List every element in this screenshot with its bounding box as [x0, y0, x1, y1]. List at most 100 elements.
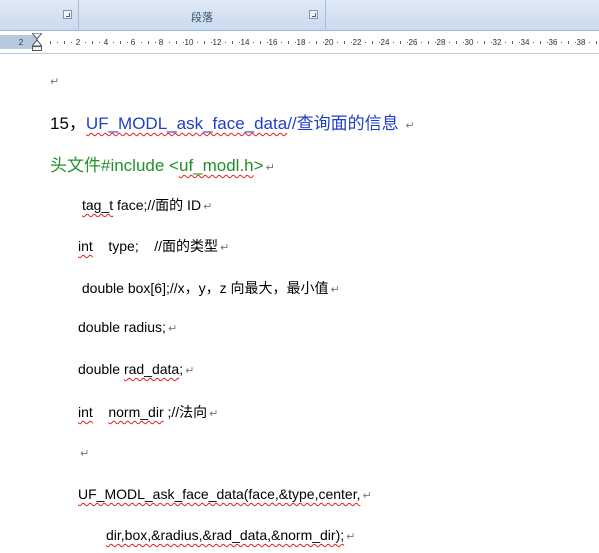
ruler-tick	[449, 42, 450, 43]
ruler-tick	[169, 42, 170, 43]
ribbon-group-styles	[326, 0, 599, 29]
ruler-tick	[204, 41, 205, 44]
heading-comment: //查询面的信息	[287, 114, 399, 133]
horizontal-ruler[interactable]: 2 2 4 6 8 10 12 14 16 18 20 22 24 26 28 30 32 34 36 38	[0, 31, 599, 54]
ruler-tick	[519, 42, 520, 43]
heading-number: 15，	[50, 114, 86, 133]
ruler-tick	[568, 41, 569, 44]
ruler-tick	[141, 42, 142, 43]
include-file: uf_modl.h	[178, 156, 254, 175]
ruler-number: 36	[548, 38, 558, 47]
ruler-tick	[225, 42, 226, 43]
ruler-tick	[64, 41, 65, 44]
ruler-tick	[491, 42, 492, 43]
ruler-number: 38	[576, 38, 586, 47]
include-prefix: 头文件#include <	[50, 156, 179, 175]
ruler-tick	[540, 41, 541, 44]
ruler-tick	[505, 42, 506, 43]
code-line-call-continued: dir,box,&radius,&rad_data,&norm_dir); ↵	[106, 527, 356, 543]
ruler-tick	[512, 41, 513, 44]
include-line: 头文件#include <uf_modl.h> ↵	[50, 151, 275, 176]
code-line-box: double box[6];//x，y，z 向最大，最小值 ↵	[78, 280, 340, 296]
ruler-tick	[113, 42, 114, 43]
ruler-tick	[589, 42, 590, 43]
paragraph-mark: ↵	[330, 284, 340, 296]
ruler-tick	[260, 41, 261, 44]
ruler-tick	[57, 42, 58, 43]
indent-marker-icon[interactable]	[32, 33, 42, 51]
heading-function-name: UF_MODL_ask_face_data	[85, 114, 288, 133]
dialog-launcher-icon[interactable]	[309, 10, 318, 19]
code-line-rad-data: double rad_data; ↵	[78, 361, 195, 377]
paragraph-mark: ↵	[209, 408, 219, 420]
ruler-tick	[428, 41, 429, 44]
ruler-tick	[295, 42, 296, 43]
ruler-tick	[211, 42, 212, 43]
ruler-tick	[435, 42, 436, 43]
ruler-tick	[197, 42, 198, 43]
dialog-launcher-icon[interactable]	[63, 10, 72, 19]
ruler-number: 2	[18, 38, 24, 47]
ruler-number: 26	[408, 38, 418, 47]
ruler-tick	[183, 42, 184, 43]
ruler-number: 28	[436, 38, 446, 47]
ruler-tick	[148, 41, 149, 44]
ruler-tick	[477, 42, 478, 43]
paragraph-mark: ↵	[167, 323, 178, 335]
ruler-number: 22	[352, 38, 362, 47]
ruler-tick	[561, 42, 562, 43]
ruler-tick	[253, 42, 254, 43]
paragraph-mark: ↵	[220, 242, 230, 254]
ruler-tick	[323, 42, 324, 43]
include-suffix: >	[253, 156, 264, 175]
ruler-tick	[155, 42, 156, 43]
document-page[interactable]: ↵ 15，UF_MODL_ask_face_data//查询面的信息 ↵ 头文件…	[0, 54, 599, 553]
ruler-number: 24	[380, 38, 390, 47]
ruler-number: 14	[240, 38, 250, 47]
code-line-type: int type; //面的类型 ↵	[78, 238, 230, 254]
ruler-number: 12	[212, 38, 222, 47]
ruler-tick	[379, 42, 380, 43]
ruler-number: 8	[158, 38, 164, 47]
ruler-tick	[351, 42, 352, 43]
paragraph-mark: ↵	[346, 531, 356, 543]
ruler-tick	[50, 41, 51, 44]
ruler-tick	[99, 42, 100, 43]
empty-paragraph: ↵	[48, 72, 59, 88]
ruler-tick	[400, 41, 401, 44]
empty-paragraph: ↵	[78, 444, 89, 460]
ruler-tick	[71, 42, 72, 43]
ruler-tick	[456, 41, 457, 44]
ruler-number: 6	[130, 38, 136, 47]
ruler-tick	[127, 42, 128, 43]
code-line-norm-dir: int norm_dir ;//法向 ↵	[78, 404, 219, 420]
ruler-number: 2	[75, 38, 81, 47]
ruler-number: 34	[520, 38, 530, 47]
paragraph-mark: ↵	[50, 76, 60, 88]
ruler-tick	[372, 41, 373, 44]
ruler-number: 18	[296, 38, 306, 47]
paragraph-mark: ↵	[185, 365, 195, 377]
ruler-tick	[533, 42, 534, 43]
ruler-number: 16	[268, 38, 278, 47]
ribbon: 段落	[0, 0, 599, 31]
code-line-radius: double radius; ↵	[78, 319, 178, 335]
ribbon-group-paragraph: 段落	[79, 0, 326, 29]
ruler-tick	[120, 41, 121, 44]
ruler-tick	[337, 42, 338, 43]
paragraph-mark: ↵	[80, 448, 90, 460]
ruler-tick	[232, 41, 233, 44]
ruler-tick	[239, 42, 240, 43]
ruler-tick	[393, 42, 394, 43]
code-line-call: UF_MODL_ask_face_data(face,&type,center,…	[78, 486, 372, 502]
ruler-tick	[281, 42, 282, 43]
heading-line: 15，UF_MODL_ask_face_data//查询面的信息 ↵	[50, 109, 415, 134]
ruler-tick	[267, 42, 268, 43]
ruler-tick	[547, 42, 548, 43]
ruler-tick	[176, 41, 177, 44]
ruler-tick	[407, 42, 408, 43]
ruler-tick	[85, 42, 86, 43]
paragraph-mark: ↵	[405, 120, 415, 132]
ruler-number: 32	[492, 38, 502, 47]
ruler-number: 4	[103, 38, 109, 47]
